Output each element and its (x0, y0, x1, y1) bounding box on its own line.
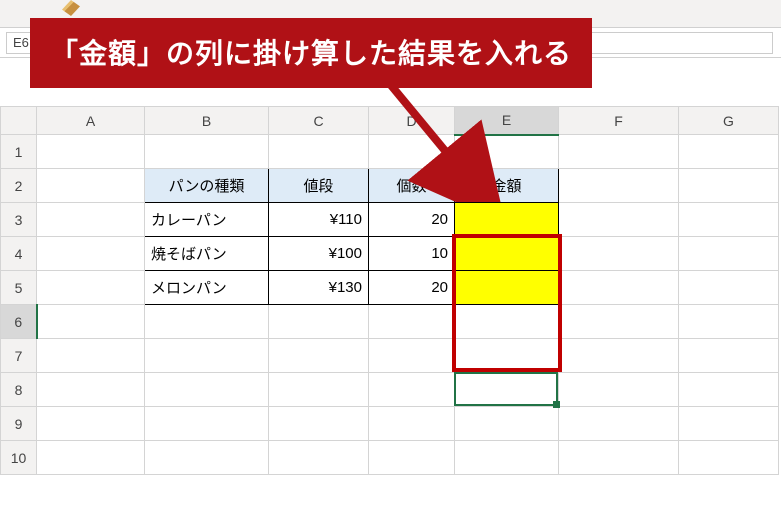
cell-B2[interactable]: パンの種類 (145, 169, 269, 203)
cell-B7[interactable] (145, 339, 269, 373)
col-header-B[interactable]: B (145, 107, 269, 135)
cell-B1[interactable] (145, 135, 269, 169)
cell-D10[interactable] (369, 441, 455, 475)
cell-A6[interactable] (37, 305, 145, 339)
cell-F4[interactable] (559, 237, 679, 271)
cell-F7[interactable] (559, 339, 679, 373)
cell-A1[interactable] (37, 135, 145, 169)
cell-E6[interactable] (455, 305, 559, 339)
cell-F1[interactable] (559, 135, 679, 169)
cell-B8[interactable] (145, 373, 269, 407)
cell-A8[interactable] (37, 373, 145, 407)
cell-C5[interactable]: ¥130 (269, 271, 369, 305)
cell-G6[interactable] (679, 305, 779, 339)
col-header-D[interactable]: D (369, 107, 455, 135)
cell-G5[interactable] (679, 271, 779, 305)
cell-C4[interactable]: ¥100 (269, 237, 369, 271)
cell-G10[interactable] (679, 441, 779, 475)
cell-C2[interactable]: 値段 (269, 169, 369, 203)
cell-A2[interactable] (37, 169, 145, 203)
cell-D1[interactable] (369, 135, 455, 169)
row-header-4[interactable]: 4 (1, 237, 37, 271)
cell-D7[interactable] (369, 339, 455, 373)
cell-D2[interactable]: 個数 (369, 169, 455, 203)
ribbon-icon (62, 0, 102, 20)
cell-E4[interactable] (455, 237, 559, 271)
row-header-8[interactable]: 8 (1, 373, 37, 407)
cell-E3[interactable] (455, 203, 559, 237)
cell-G7[interactable] (679, 339, 779, 373)
cell-C1[interactable] (269, 135, 369, 169)
cell-G8[interactable] (679, 373, 779, 407)
row-header-2[interactable]: 2 (1, 169, 37, 203)
callout-text: 「金額」の列に掛け算した結果を入れる (50, 38, 572, 69)
row-header-10[interactable]: 10 (1, 441, 37, 475)
sheet-table: A B C D E F G 1 2 (0, 106, 779, 475)
cell-B6[interactable] (145, 305, 269, 339)
col-header-F[interactable]: F (559, 107, 679, 135)
cell-C10[interactable] (269, 441, 369, 475)
row-header-7[interactable]: 7 (1, 339, 37, 373)
row-header-3[interactable]: 3 (1, 203, 37, 237)
cell-A3[interactable] (37, 203, 145, 237)
cell-E10[interactable] (455, 441, 559, 475)
cell-E5[interactable] (455, 271, 559, 305)
cell-D8[interactable] (369, 373, 455, 407)
cell-D9[interactable] (369, 407, 455, 441)
cell-B4[interactable]: 焼そばパン (145, 237, 269, 271)
cell-D6[interactable] (369, 305, 455, 339)
col-header-A[interactable]: A (37, 107, 145, 135)
cell-D5[interactable]: 20 (369, 271, 455, 305)
cell-F2[interactable] (559, 169, 679, 203)
select-all-corner[interactable] (1, 107, 37, 135)
cell-G3[interactable] (679, 203, 779, 237)
cell-B10[interactable] (145, 441, 269, 475)
cell-C8[interactable] (269, 373, 369, 407)
row-header-1[interactable]: 1 (1, 135, 37, 169)
cell-E2[interactable]: 金額 (455, 169, 559, 203)
cell-G9[interactable] (679, 407, 779, 441)
cell-C7[interactable] (269, 339, 369, 373)
instruction-callout: 「金額」の列に掛け算した結果を入れる (30, 18, 592, 88)
spreadsheet-grid[interactable]: A B C D E F G 1 2 (0, 106, 781, 475)
cell-F3[interactable] (559, 203, 679, 237)
cell-E8[interactable] (455, 373, 559, 407)
cell-C9[interactable] (269, 407, 369, 441)
cell-F8[interactable] (559, 373, 679, 407)
cell-B9[interactable] (145, 407, 269, 441)
col-header-C[interactable]: C (269, 107, 369, 135)
cell-A7[interactable] (37, 339, 145, 373)
cell-E1[interactable] (455, 135, 559, 169)
cell-B5[interactable]: メロンパン (145, 271, 269, 305)
row-header-6[interactable]: 6 (1, 305, 37, 339)
cell-D3[interactable]: 20 (369, 203, 455, 237)
col-header-E[interactable]: E (455, 107, 559, 135)
cell-D4[interactable]: 10 (369, 237, 455, 271)
cell-C3[interactable]: ¥110 (269, 203, 369, 237)
row-header-5[interactable]: 5 (1, 271, 37, 305)
cell-E7[interactable] (455, 339, 559, 373)
cell-A9[interactable] (37, 407, 145, 441)
cell-A4[interactable] (37, 237, 145, 271)
cell-C6[interactable] (269, 305, 369, 339)
name-box-value: E6 (13, 35, 29, 50)
cell-F6[interactable] (559, 305, 679, 339)
cell-F10[interactable] (559, 441, 679, 475)
cell-G4[interactable] (679, 237, 779, 271)
cell-G2[interactable] (679, 169, 779, 203)
cell-F9[interactable] (559, 407, 679, 441)
cell-B3[interactable]: カレーパン (145, 203, 269, 237)
cell-E9[interactable] (455, 407, 559, 441)
col-header-G[interactable]: G (679, 107, 779, 135)
cell-F5[interactable] (559, 271, 679, 305)
row-header-9[interactable]: 9 (1, 407, 37, 441)
cell-G1[interactable] (679, 135, 779, 169)
cell-A10[interactable] (37, 441, 145, 475)
cell-A5[interactable] (37, 271, 145, 305)
